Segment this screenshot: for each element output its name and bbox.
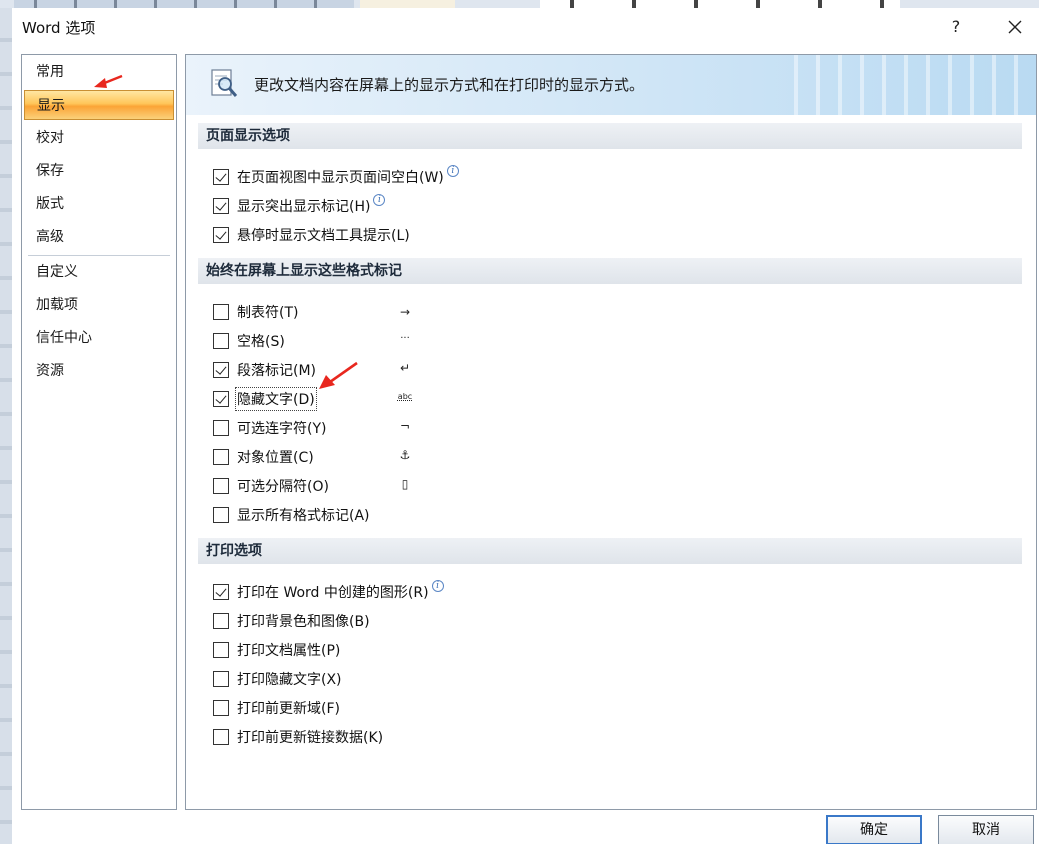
background-ribbon-panel xyxy=(360,0,455,8)
option-print-properties[interactable]: 打印文档属性(P) xyxy=(213,639,340,661)
checkbox[interactable] xyxy=(213,333,229,349)
checkbox[interactable] xyxy=(213,198,229,214)
option-show-tooltips[interactable]: 悬停时显示文档工具提示(L) xyxy=(213,224,410,246)
option-label: 制表符(T) xyxy=(237,305,299,321)
option-object-anchors[interactable]: 对象位置(C) xyxy=(213,446,314,468)
checkbox[interactable] xyxy=(213,613,229,629)
dialog-title: Word 选项 xyxy=(22,19,96,37)
nav-item-layout[interactable]: 版式 xyxy=(24,189,174,219)
checkbox[interactable] xyxy=(213,362,229,378)
option-label: 打印隐藏文字(X) xyxy=(237,672,342,688)
option-label: 在页面视图中显示页面间空白(W) xyxy=(237,170,444,186)
option-label: 隐藏文字(D) xyxy=(235,387,317,411)
option-paragraph-marks[interactable]: 段落标记(M) xyxy=(213,359,316,381)
title-bar: Word 选项 ? xyxy=(12,8,1039,46)
option-label: 打印前更新域(F) xyxy=(237,701,340,717)
checkbox[interactable] xyxy=(213,420,229,436)
option-label: 打印前更新链接数据(K) xyxy=(237,730,384,746)
background-window-edge xyxy=(0,8,12,844)
checkbox[interactable] xyxy=(213,449,229,465)
background-style-gallery xyxy=(540,0,900,8)
section-format-marks: 始终在屏幕上显示这些格式标记 xyxy=(198,258,1022,284)
checkbox[interactable] xyxy=(213,391,229,407)
cancel-button[interactable]: 取消 xyxy=(938,815,1034,844)
section-page-display: 页面显示选项 xyxy=(198,123,1022,149)
option-label: 可选分隔符(O) xyxy=(237,479,329,495)
checkbox[interactable] xyxy=(213,584,229,600)
option-spaces[interactable]: 空格(S) xyxy=(213,330,285,352)
banner-description: 更改文档内容在屏幕上的显示方式和在打印时的显示方式。 xyxy=(254,76,645,94)
panel-banner: 更改文档内容在屏幕上的显示方式和在打印时的显示方式。 xyxy=(186,55,1036,115)
checkbox[interactable] xyxy=(213,700,229,716)
info-icon: i xyxy=(446,165,459,177)
option-label: 对象位置(C) xyxy=(237,450,314,466)
nav-item-display[interactable]: 显示 xyxy=(24,90,174,120)
hidden-text-mark-icon: abc xyxy=(397,392,413,401)
option-label: 打印背景色和图像(B) xyxy=(237,614,370,630)
nav-item-addins[interactable]: 加载项 xyxy=(24,290,174,320)
word-options-dialog: Word 选项 ? 常用 显示 校对 保存 版式 高级 自定义 加载项 信任中心… xyxy=(12,8,1039,844)
anchor-icon: ⚓ xyxy=(399,448,411,462)
annotation-arrow-icon xyxy=(319,361,358,389)
option-label: 悬停时显示文档工具提示(L) xyxy=(237,228,410,244)
checkbox[interactable] xyxy=(213,478,229,494)
option-label: 打印在 Word 中创建的图形(R) xyxy=(237,585,429,601)
option-label: 显示所有格式标记(A) xyxy=(237,508,370,524)
option-show-whitespace[interactable]: 在页面视图中显示页面间空白(W) i xyxy=(213,165,459,188)
option-label: 显示突出显示标记(H) xyxy=(237,199,371,215)
ok-button[interactable]: 确定 xyxy=(826,815,922,844)
section-print-options: 打印选项 xyxy=(198,538,1022,564)
background-ribbon-strip xyxy=(0,0,1039,8)
checkbox[interactable] xyxy=(213,642,229,658)
hyphen-mark-icon: ¬ xyxy=(399,419,411,433)
annotation-arrow-icon xyxy=(94,74,123,88)
info-icon: i xyxy=(373,194,386,206)
checkbox[interactable] xyxy=(213,227,229,243)
checkbox[interactable] xyxy=(213,729,229,745)
checkbox[interactable] xyxy=(213,169,229,185)
option-print-hidden-text[interactable]: 打印隐藏文字(X) xyxy=(213,668,342,690)
help-button[interactable]: ? xyxy=(944,14,968,40)
option-print-background[interactable]: 打印背景色和图像(B) xyxy=(213,610,370,632)
option-label: 打印文档属性(P) xyxy=(237,643,341,659)
option-hidden-text[interactable]: 隐藏文字(D) xyxy=(213,387,317,411)
option-label: 可选连字符(Y) xyxy=(237,421,327,437)
option-optional-hyphens[interactable]: 可选连字符(Y) xyxy=(213,417,326,439)
option-update-fields[interactable]: 打印前更新域(F) xyxy=(213,697,340,719)
paragraph-mark-icon: ↵ xyxy=(399,361,411,375)
option-show-highlighter[interactable]: 显示突出显示标记(H) i xyxy=(213,194,386,217)
nav-item-save[interactable]: 保存 xyxy=(24,156,174,186)
banner-decoration xyxy=(776,55,1036,115)
checkbox[interactable] xyxy=(213,304,229,320)
display-options-panel: 更改文档内容在屏幕上的显示方式和在打印时的显示方式。 页面显示选项 在页面视图中… xyxy=(185,54,1037,810)
option-label: 段落标记(M) xyxy=(237,363,317,379)
close-icon xyxy=(1008,20,1022,34)
option-optional-breaks[interactable]: 可选分隔符(O) xyxy=(213,475,329,497)
nav-item-trust-center[interactable]: 信任中心 xyxy=(24,323,174,353)
option-label: 空格(S) xyxy=(237,334,285,350)
info-icon: i xyxy=(431,580,444,592)
option-update-links[interactable]: 打印前更新链接数据(K) xyxy=(213,726,383,748)
options-nav: 常用 显示 校对 保存 版式 高级 自定义 加载项 信任中心 资源 xyxy=(21,54,177,810)
option-show-all-marks[interactable]: 显示所有格式标记(A) xyxy=(213,504,370,526)
nav-item-resources[interactable]: 资源 xyxy=(24,356,174,386)
tab-mark-icon: → xyxy=(399,305,411,319)
magnifier-document-icon xyxy=(211,69,238,97)
nav-divider xyxy=(28,255,170,256)
close-button[interactable] xyxy=(1000,12,1030,42)
space-mark-icon: ··· xyxy=(400,333,410,344)
option-tab-characters[interactable]: 制表符(T) xyxy=(213,301,298,323)
nav-item-proofing[interactable]: 校对 xyxy=(24,123,174,153)
background-ribbon-buttons xyxy=(14,0,354,8)
option-print-drawings[interactable]: 打印在 Word 中创建的图形(R) i xyxy=(213,580,444,603)
optional-break-icon: ▯ xyxy=(401,477,409,491)
checkbox[interactable] xyxy=(213,671,229,687)
nav-item-advanced[interactable]: 高级 xyxy=(24,222,174,252)
nav-item-customize[interactable]: 自定义 xyxy=(24,257,174,287)
checkbox[interactable] xyxy=(213,507,229,523)
